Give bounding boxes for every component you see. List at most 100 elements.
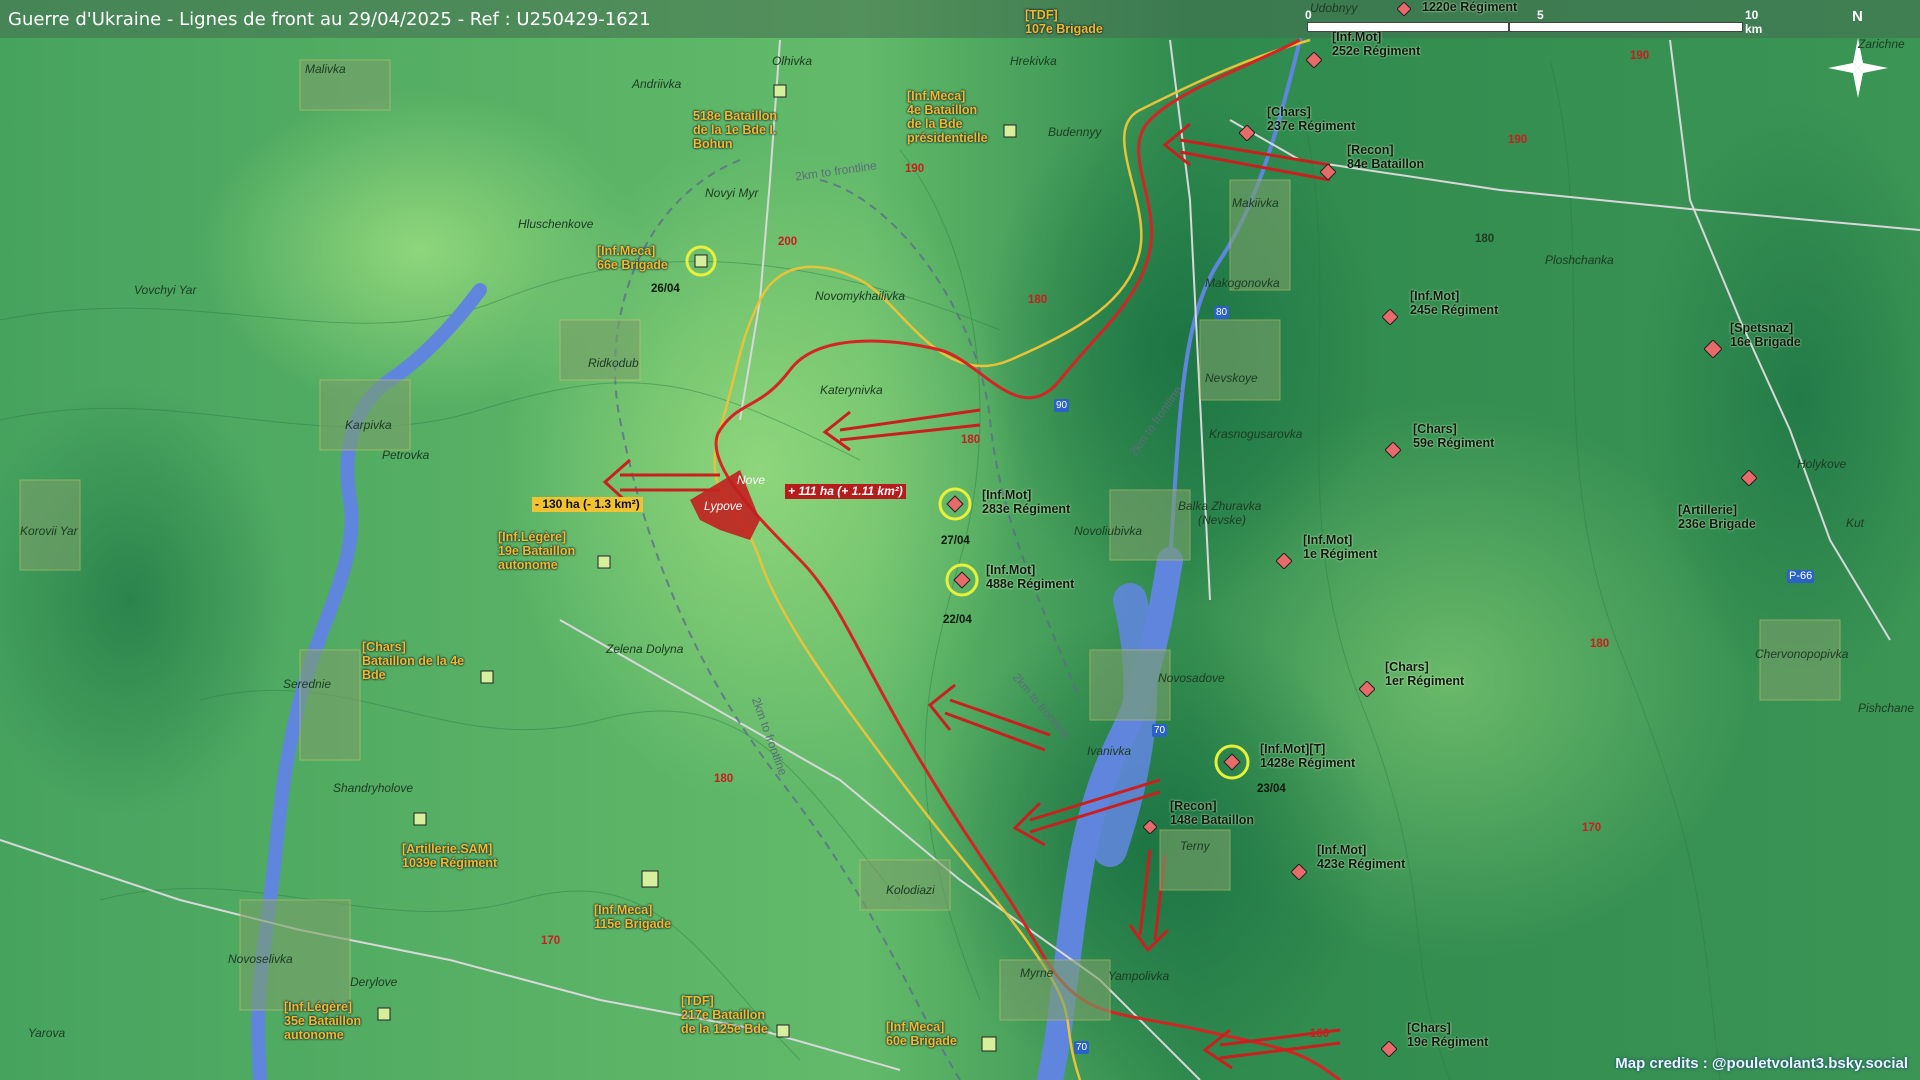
ru-unit-marker[interactable] — [1397, 2, 1411, 16]
town-label: Zelena Dolyna — [606, 642, 684, 656]
town-label: Olhivka — [772, 54, 813, 68]
altitude-label: 170 — [541, 935, 561, 947]
road-number: P-66 — [1787, 570, 1815, 583]
town-label: Andriivka — [632, 77, 682, 91]
ru-unit-label[interactable]: [Recon] 148e Bataillon — [1170, 799, 1254, 827]
ru-unit-label[interactable]: [Chars] 59e Régiment — [1413, 422, 1494, 450]
ru-unit-marker-highlighted[interactable] — [944, 562, 980, 598]
town-label: Pishchane — [1858, 701, 1915, 715]
town-label: Shandryholove — [333, 781, 414, 795]
ua-unit-marker-highlighted[interactable] — [684, 244, 718, 278]
ua-unit-label[interactable]: 518e Bataillon de la 1e Bde I. Bohun — [693, 109, 777, 151]
ua-unit-label[interactable]: [Inf.Meca] 4e Bataillon de la Bde président… — [907, 89, 988, 145]
ru-unit-marker[interactable] — [1320, 164, 1336, 180]
ru-unit-marker-highlighted[interactable] — [1213, 743, 1251, 781]
altitude-label: 190 — [1508, 134, 1528, 146]
ru-unit-label[interactable]: [Chars] 1er Régiment — [1385, 660, 1464, 688]
ru-unit-label[interactable]: [Inf.Mot][T] 1428e Régiment — [1260, 742, 1355, 770]
ru-unit-marker[interactable] — [1382, 309, 1398, 325]
altitude-label: 180 — [1475, 233, 1495, 245]
ru-unit-label[interactable]: [Chars] 19e Régiment — [1407, 1021, 1488, 1049]
town-label: Lypove — [704, 499, 743, 513]
ua-unit-label[interactable]: [Artillerie.SAM] 1039e Régiment — [402, 842, 497, 870]
ua-unit-marker[interactable] — [773, 84, 787, 98]
ua-unit-label[interactable]: [Inf.Meca] 115e Brigade — [594, 903, 671, 931]
ua-unit-label[interactable]: [TDF] 217e Bataillon de la 125e Bde — [681, 994, 768, 1036]
town-label: Krasnogusarovka — [1209, 427, 1303, 441]
town-label: Malivka — [305, 62, 346, 76]
town-label: Terny — [1180, 839, 1210, 853]
ua-unit-label[interactable]: [Inf.Meca] 60e Brigade — [886, 1020, 957, 1048]
altitude-label: 180 — [961, 434, 981, 446]
ru-unit-label[interactable]: [Inf.Mot] 488e Régiment — [986, 563, 1074, 591]
town-label: Ploshchanka — [1545, 253, 1614, 267]
ru-unit-label[interactable]: [Inf.Mot] 252e Régiment — [1332, 30, 1420, 58]
altitude-label: 190 — [905, 163, 925, 175]
unit-date: 26/04 — [651, 283, 680, 295]
ru-unit-label[interactable]: [Inf.Mot] 423e Régiment — [1317, 843, 1405, 871]
territory-gain-label: + 111 ha (+ 1.11 km²) — [785, 484, 906, 499]
ru-unit-label[interactable]: 1220e Régiment — [1422, 0, 1517, 14]
town-label: (Nevske) — [1198, 513, 1247, 527]
ua-unit-label[interactable]: [TDF] 107e Brigade — [1025, 8, 1103, 36]
ua-unit-label[interactable]: [Chars] Bataillon de la 4e Bde — [362, 640, 464, 682]
ru-unit-label[interactable]: [Recon] 84e Bataillon — [1347, 143, 1424, 171]
ru-unit-marker[interactable] — [1704, 340, 1722, 358]
ua-unit-label[interactable]: [Inf.Légère] 19e Bataillon autonome — [498, 530, 575, 572]
altitude-label: 160 — [1310, 1028, 1330, 1040]
ua-unit-marker[interactable] — [597, 555, 611, 569]
ru-unit-label[interactable]: [Inf.Mot] 245e Régiment — [1410, 289, 1498, 317]
ua-unit-marker[interactable] — [413, 812, 427, 826]
map-credits[interactable]: Map credits : @pouletvolant3.bsky.social — [1615, 1055, 1908, 1072]
ua-unit-marker[interactable] — [1003, 124, 1017, 138]
map-canvas[interactable]: Guerre d'Ukraine - Lignes de front au 29… — [0, 0, 1920, 1080]
compass-north-label: N — [1852, 8, 1863, 25]
town-label: Yarova — [28, 1026, 66, 1040]
ru-unit-marker[interactable] — [1381, 1041, 1397, 1057]
altitude-label: 190 — [1630, 50, 1650, 62]
ru-unit-marker[interactable] — [1306, 52, 1322, 68]
road-number: 90 — [1054, 399, 1070, 412]
unit-date: 22/04 — [943, 614, 972, 626]
town-label: Novyi Myr — [705, 186, 759, 200]
ua-unit-marker[interactable] — [377, 1007, 391, 1021]
town-label: Novomykhailivka — [815, 289, 906, 303]
town-label: Vovchyi Yar — [134, 283, 197, 297]
town-label: Nove — [737, 473, 766, 487]
ua-unit-marker[interactable] — [480, 670, 494, 684]
ru-unit-marker[interactable] — [1385, 442, 1401, 458]
ru-unit-label[interactable]: [Spetsnaz] 16e Brigade — [1730, 321, 1801, 349]
ua-unit-marker[interactable] — [641, 870, 659, 888]
ru-unit-marker[interactable] — [1239, 125, 1255, 141]
town-label: Novoselivka — [228, 952, 293, 966]
ru-unit-label[interactable]: [Inf.Mot] 283e Régiment — [982, 488, 1070, 516]
ua-unit-label[interactable]: [Inf.Meca] 66e Brigade — [597, 244, 668, 272]
ua-unit-marker[interactable] — [776, 1024, 790, 1038]
scale-segment — [1509, 22, 1743, 32]
ua-unit-label[interactable]: [Inf.Légère] 35e Bataillon autonome — [284, 1000, 361, 1042]
ru-unit-label[interactable]: [Inf.Mot] 1e Régiment — [1303, 533, 1377, 561]
town-label: Ridkodub — [588, 356, 639, 370]
scale-label: 10 km — [1745, 8, 1763, 36]
town-label: Makiivka — [1232, 196, 1279, 210]
ru-unit-label[interactable]: [Artillerie] 236e Brigade — [1678, 503, 1756, 531]
ru-unit-marker[interactable] — [1276, 553, 1292, 569]
altitude-label: 180 — [1028, 294, 1048, 306]
altitude-label: 180 — [1590, 638, 1610, 650]
unit-date: 23/04 — [1257, 783, 1286, 795]
town-label: Hrekivka — [1010, 54, 1057, 68]
ua-unit-marker[interactable] — [981, 1036, 997, 1052]
territory-loss-label: - 130 ha (- 1.3 km²) — [532, 497, 643, 512]
town-label: Kut — [1846, 516, 1865, 530]
ru-unit-marker[interactable] — [1741, 470, 1757, 486]
ru-unit-marker-highlighted[interactable] — [937, 486, 973, 522]
ru-unit-marker[interactable] — [1291, 864, 1307, 880]
ru-unit-marker[interactable] — [1143, 820, 1157, 834]
town-label: Korovii Yar — [20, 524, 78, 538]
town-label: Holykove — [1797, 457, 1847, 471]
town-label: Derylove — [350, 975, 398, 989]
town-label: Yampolivka — [1108, 969, 1170, 983]
ru-unit-marker[interactable] — [1359, 681, 1375, 697]
town-label: Novoliubivka — [1074, 524, 1143, 538]
ru-unit-label[interactable]: [Chars] 237e Régiment — [1267, 105, 1355, 133]
